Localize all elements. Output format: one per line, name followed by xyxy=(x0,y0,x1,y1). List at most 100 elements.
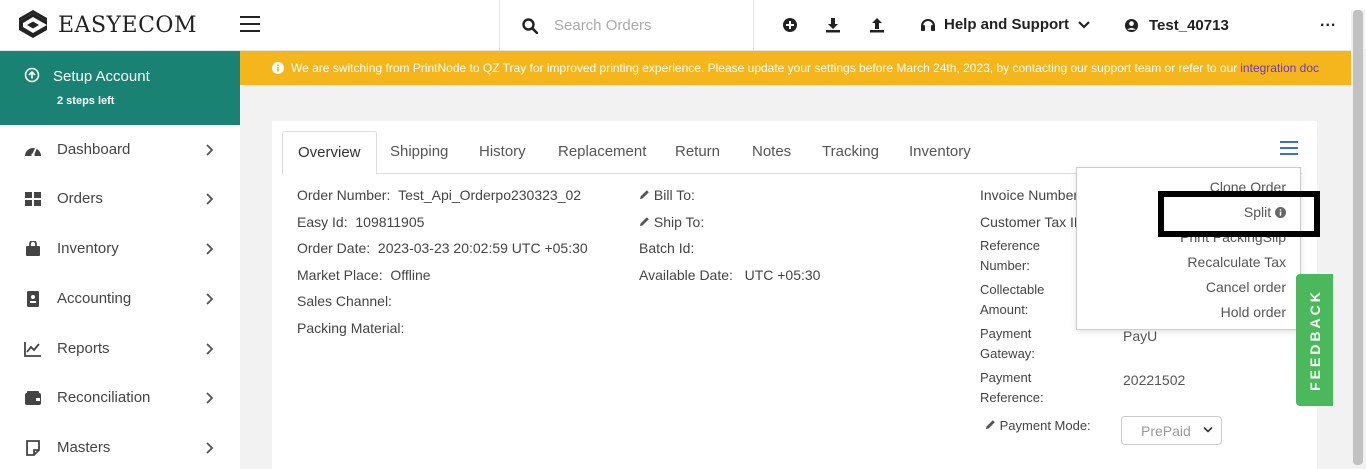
scrollbar-thumb[interactable] xyxy=(1353,10,1363,465)
order-date-value: 2023-03-23 20:02:59 UTC +05:30 xyxy=(377,240,588,256)
payment-mode-select[interactable]: PrePaid xyxy=(1121,416,1222,445)
order-actions-dropdown: Clone Order Split Print PackingSlip Reca… xyxy=(1076,167,1301,330)
sidebar-item-accounting[interactable]: Accounting xyxy=(0,279,240,319)
sidebar-item-label: Accounting xyxy=(57,290,132,307)
clone-order-option[interactable]: Clone Order xyxy=(1210,179,1286,195)
payment-gateway-label: Payment Gateway: xyxy=(980,326,1035,361)
payment-reference-label: Payment Reference: xyxy=(980,370,1044,405)
chevron-down-icon xyxy=(1203,426,1213,433)
sidebar-item-label: Orders xyxy=(57,190,103,207)
more-options-button[interactable]: ... xyxy=(1320,13,1336,31)
sidebar-item-label: Reconciliation xyxy=(57,389,151,406)
hold-order-option[interactable]: Hold order xyxy=(1221,304,1286,320)
invoice-number-label: Invoice Number xyxy=(980,187,1079,203)
pencil-icon xyxy=(985,420,995,430)
chevron-right-icon xyxy=(206,293,214,305)
market-place-value: Offline xyxy=(390,267,431,283)
announcement-banner: We are switching from PrintNode to QZ Tr… xyxy=(240,51,1351,85)
tab-notes[interactable]: Notes xyxy=(752,131,791,174)
setup-account-title: Setup Account xyxy=(53,68,150,85)
ship-to-field[interactable]: Ship To: xyxy=(639,214,704,230)
arrow-up-circle-icon xyxy=(24,67,40,83)
help-support-label: Help and Support xyxy=(944,16,1069,33)
logo-text: EASYECOM xyxy=(58,12,197,38)
search-input[interactable] xyxy=(554,17,734,34)
setup-account-panel[interactable]: Setup Account 2 steps left xyxy=(0,51,240,125)
order-date-field: Order Date: 2023-03-23 20:02:59 UTC +05:… xyxy=(297,240,588,256)
payment-reference-value: 20221502 xyxy=(1123,372,1186,388)
bill-to-field[interactable]: Bill To: xyxy=(639,187,695,203)
sidebar-item-dashboard[interactable]: Dashboard xyxy=(0,130,240,170)
add-circle-icon[interactable] xyxy=(782,17,798,33)
chevron-right-icon xyxy=(206,144,214,156)
info-circle-icon xyxy=(272,62,284,74)
cancel-order-option[interactable]: Cancel order xyxy=(1206,279,1286,295)
sidebar-item-inventory[interactable]: Inventory xyxy=(0,229,240,269)
tab-replacement[interactable]: Replacement xyxy=(558,131,646,174)
collectable-amount-label: Collectable Amount: xyxy=(980,282,1045,317)
payment-mode-field[interactable]: Payment Mode: xyxy=(985,418,1091,433)
batch-id-label: Batch Id: xyxy=(639,240,695,256)
help-support-menu[interactable]: Help and Support xyxy=(920,16,1091,33)
sidebar-item-masters[interactable]: Masters xyxy=(0,428,240,468)
tab-inventory[interactable]: Inventory xyxy=(909,131,971,174)
chevron-down-icon xyxy=(1078,20,1090,29)
chevron-right-icon xyxy=(206,343,214,355)
sidebar-item-label: Reports xyxy=(57,340,110,357)
ledger-icon xyxy=(27,291,39,307)
market-place-field: Market Place: Offline xyxy=(297,267,431,283)
headset-icon xyxy=(921,18,935,31)
dashboard-icon xyxy=(25,147,41,157)
recalculate-tax-option[interactable]: Recalculate Tax xyxy=(1187,254,1286,270)
chevron-right-icon xyxy=(206,442,214,454)
sidebar-item-reconciliation[interactable]: Reconciliation xyxy=(0,378,240,418)
print-packing-slip-option[interactable]: Print PackingSlip xyxy=(1180,229,1286,245)
easyecom-logo-icon xyxy=(19,10,47,38)
reference-number-label: Reference Number: xyxy=(980,238,1040,273)
customer-tax-id-label: Customer Tax ID xyxy=(980,214,1084,230)
user-menu[interactable]: Test_40713 xyxy=(1124,17,1229,34)
tab-return[interactable]: Return xyxy=(675,131,720,174)
search-icon[interactable] xyxy=(522,17,538,34)
chevron-right-icon xyxy=(206,193,214,205)
chevron-right-icon xyxy=(206,243,214,255)
split-option[interactable]: Split xyxy=(1244,204,1286,220)
download-icon[interactable] xyxy=(825,17,841,33)
chart-icon xyxy=(24,342,41,357)
tab-shipping[interactable]: Shipping xyxy=(390,131,448,174)
sidebar-item-label: Inventory xyxy=(57,240,119,257)
easy-id-field: Easy Id: 109811905 xyxy=(297,214,425,230)
payment-gateway-value: PayU xyxy=(1123,328,1158,344)
banner-text: We are switching from PrintNode to QZ Tr… xyxy=(291,61,1238,75)
easy-id-value: 109811905 xyxy=(355,214,425,230)
wallet-icon xyxy=(25,391,41,405)
user-name: Test_40713 xyxy=(1149,17,1229,34)
chevron-right-icon xyxy=(206,392,214,404)
tab-overview[interactable]: Overview xyxy=(282,131,377,175)
search-box xyxy=(499,0,754,51)
sidebar: Setup Account 2 steps left Dashboard Ord… xyxy=(0,51,240,469)
user-circle-icon xyxy=(1124,18,1139,33)
payment-mode-value: PrePaid xyxy=(1141,422,1191,439)
available-date-value: UTC +05:30 xyxy=(744,267,821,283)
sidebar-toggle-button[interactable] xyxy=(240,16,260,32)
tab-tracking[interactable]: Tracking xyxy=(822,131,879,174)
packing-material-label: Packing Material: xyxy=(297,320,405,336)
sidebar-item-reports[interactable]: Reports xyxy=(0,329,240,369)
note-icon xyxy=(26,440,40,456)
setup-steps-left: 2 steps left xyxy=(57,95,115,107)
app-logo[interactable]: EASYECOM xyxy=(18,9,197,41)
page-scrollbar[interactable] xyxy=(1351,10,1365,469)
sidebar-item-label: Masters xyxy=(57,439,111,456)
top-bar: EASYECOM Help and Support xyxy=(0,0,1366,51)
sales-channel-label: Sales Channel: xyxy=(297,293,392,309)
order-actions-menu-button[interactable] xyxy=(1280,141,1298,155)
upload-icon[interactable] xyxy=(869,17,885,33)
order-number-field: Order Number: Test_Api_Orderpo230323_02 xyxy=(297,187,582,203)
sidebar-item-label: Dashboard xyxy=(57,141,131,158)
bag-icon xyxy=(26,241,40,256)
sidebar-item-orders[interactable]: Orders xyxy=(0,179,240,219)
integration-doc-link[interactable]: integration doc xyxy=(1240,61,1319,75)
tab-history[interactable]: History xyxy=(479,131,526,174)
feedback-button[interactable]: FEEDBACK xyxy=(1296,274,1333,406)
